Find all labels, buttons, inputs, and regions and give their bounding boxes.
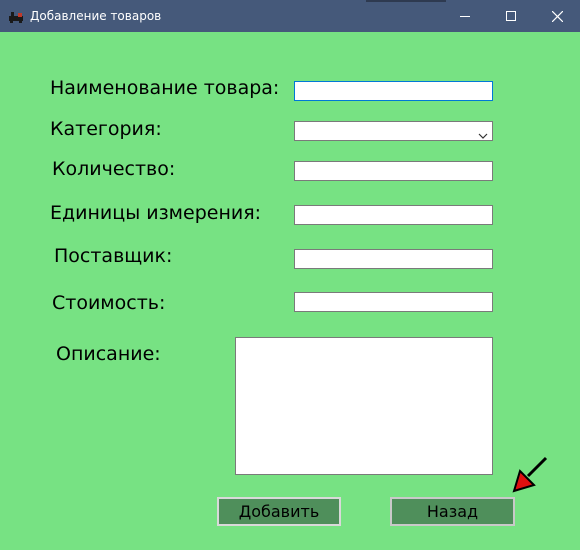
category-select[interactable]	[294, 121, 493, 141]
units-label: Единицы измерения:	[50, 202, 262, 224]
maximize-button[interactable]	[488, 0, 534, 32]
app-icon	[8, 9, 24, 23]
minimize-button[interactable]	[442, 0, 488, 32]
red-arrow-pointer-icon	[512, 455, 550, 493]
cost-input[interactable]	[294, 292, 493, 312]
title-bar[interactable]: Добавление товаров	[0, 0, 580, 32]
chevron-down-icon[interactable]	[478, 126, 488, 139]
window-title: Добавление товаров	[30, 9, 162, 23]
minimize-icon	[460, 11, 470, 21]
maximize-icon	[506, 11, 516, 21]
description-label: Описание:	[56, 343, 161, 365]
quantity-label: Количество:	[52, 158, 176, 180]
back-button[interactable]: Назад	[390, 497, 515, 526]
supplier-input[interactable]	[294, 249, 493, 269]
description-textarea[interactable]	[235, 337, 493, 475]
titlebar-divider	[366, 0, 446, 2]
cost-label: Стоимость:	[52, 292, 166, 314]
close-button[interactable]	[534, 0, 580, 32]
units-input[interactable]	[294, 205, 493, 225]
name-label: Наименование товара:	[50, 77, 280, 99]
close-icon	[551, 10, 563, 22]
product-name-input[interactable]	[294, 81, 493, 101]
quantity-input[interactable]	[294, 161, 493, 181]
supplier-label: Поставщик:	[54, 245, 173, 267]
add-button[interactable]: Добавить	[217, 497, 341, 526]
category-label: Категория:	[50, 118, 162, 140]
